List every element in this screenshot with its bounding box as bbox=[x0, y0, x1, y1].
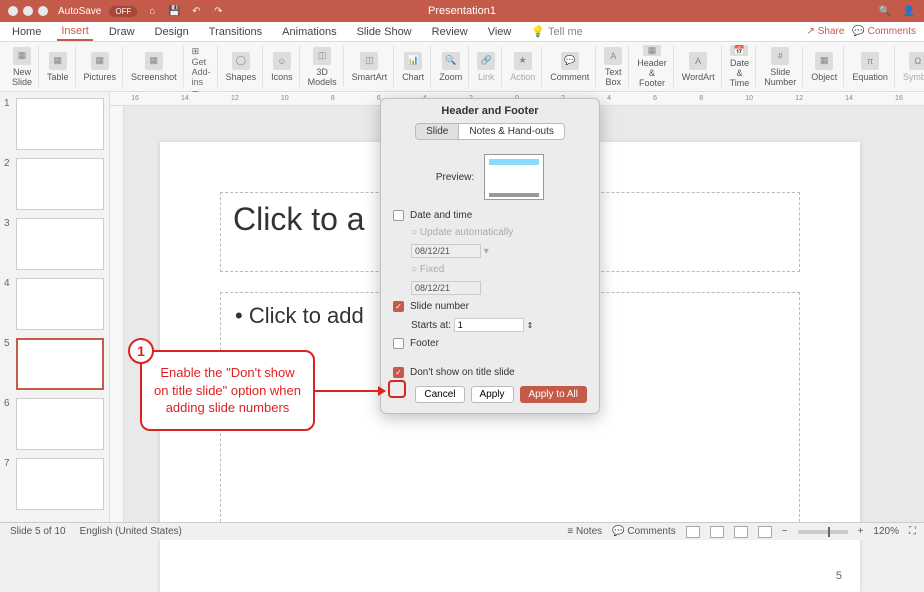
object-button[interactable]: ▦Object bbox=[805, 46, 844, 87]
thumbnail-row[interactable]: 5 bbox=[4, 338, 105, 390]
thumbnail-row[interactable]: 3 bbox=[4, 218, 105, 270]
icons-button[interactable]: ☺Icons bbox=[265, 46, 300, 87]
reading-view-icon[interactable] bbox=[734, 526, 748, 538]
header-footer-dialog: Header and Footer Slide Notes & Hand-out… bbox=[380, 98, 600, 414]
comment-button[interactable]: 💬Comment bbox=[544, 46, 596, 87]
fit-icon[interactable]: ⛶ bbox=[909, 526, 916, 537]
comments-button[interactable]: 💬 Comments bbox=[612, 526, 676, 537]
slide-number-button[interactable]: #Slide Number bbox=[758, 46, 803, 87]
ribbon-insert: ▦New Slide ▦Table ▦Pictures ▦Screenshot … bbox=[0, 42, 924, 92]
3d-models-button[interactable]: ◫3D Models bbox=[302, 46, 344, 87]
apply-button[interactable]: Apply bbox=[471, 386, 514, 403]
datetime-button[interactable]: 📅Date & Time bbox=[724, 46, 757, 87]
zoom-level[interactable]: 120% bbox=[873, 526, 899, 537]
document-title: Presentation1 bbox=[428, 5, 496, 17]
slide-thumbnails: 1 2 3 4 5 6 7 bbox=[0, 92, 110, 522]
starts-at-label: Starts at: bbox=[411, 320, 451, 331]
zoom-button[interactable]: 🔍Zoom bbox=[433, 46, 469, 87]
header-footer-button[interactable]: ▦Header & Footer bbox=[631, 46, 674, 87]
comments-button[interactable]: 💬 Comments bbox=[852, 26, 916, 37]
cancel-button[interactable]: Cancel bbox=[415, 386, 464, 403]
tab-transitions[interactable]: Transitions bbox=[205, 24, 266, 40]
stepper-icon[interactable]: ⇕ bbox=[527, 321, 534, 330]
tutorial-annotation: 1 Enable the "Don't show on title slide"… bbox=[140, 350, 315, 431]
zoom-in[interactable]: + bbox=[858, 526, 864, 537]
link-button: 🔗Link bbox=[471, 46, 502, 87]
save-icon[interactable]: 💾 bbox=[167, 4, 181, 18]
normal-view-icon[interactable] bbox=[686, 526, 700, 538]
share-button[interactable]: ↗ Share bbox=[807, 26, 845, 37]
tab-slideshow[interactable]: Slide Show bbox=[353, 24, 416, 40]
table-button[interactable]: ▦Table bbox=[41, 46, 76, 87]
app-titlebar: AutoSave OFF ⌂ 💾 ↶ ↷ Presentation1 🔍 👤 bbox=[0, 0, 924, 22]
symbol-button: ΩSymbol bbox=[897, 46, 924, 87]
slide-number-checkbox[interactable]: ✓ bbox=[393, 301, 404, 312]
sorter-view-icon[interactable] bbox=[710, 526, 724, 538]
autosave-label: AutoSave bbox=[58, 6, 101, 17]
slide-position: Slide 5 of 10 bbox=[10, 526, 66, 537]
footer-checkbox[interactable] bbox=[393, 338, 404, 349]
action-button: ★Action bbox=[504, 46, 542, 87]
update-auto-radio: Update automatically bbox=[420, 227, 513, 238]
update-date-field bbox=[411, 244, 481, 258]
home-icon[interactable]: ⌂ bbox=[145, 4, 159, 18]
annotation-text: Enable the "Don't show on title slide" o… bbox=[154, 365, 301, 415]
screenshot-button[interactable]: ▦Screenshot bbox=[125, 46, 184, 87]
dialog-title: Header and Footer bbox=[381, 99, 599, 123]
shapes-button[interactable]: ◯Shapes bbox=[220, 46, 264, 87]
language[interactable]: English (United States) bbox=[80, 526, 182, 537]
fixed-radio: Fixed bbox=[420, 264, 444, 275]
tab-slide[interactable]: Slide bbox=[415, 123, 459, 140]
autosave-toggle[interactable]: OFF bbox=[109, 6, 137, 17]
apply-all-button[interactable]: Apply to All bbox=[520, 386, 587, 403]
get-addins-button[interactable]: ⊞ Get Add-ins bbox=[192, 46, 211, 87]
preview-thumbnail bbox=[484, 154, 544, 200]
pictures-button[interactable]: ▦Pictures bbox=[78, 46, 124, 87]
thumbnail-row[interactable]: 1 bbox=[4, 98, 105, 150]
annotation-arrow bbox=[315, 390, 385, 392]
tab-draw[interactable]: Draw bbox=[105, 24, 139, 40]
tab-review[interactable]: Review bbox=[428, 24, 472, 40]
preview-label: Preview: bbox=[436, 172, 474, 183]
date-time-label: Date and time bbox=[410, 210, 472, 221]
slide-number-label: Slide number bbox=[410, 301, 469, 312]
textbox-button[interactable]: AText Box bbox=[598, 46, 629, 87]
zoom-out[interactable]: − bbox=[782, 526, 788, 537]
undo-icon[interactable]: ↶ bbox=[189, 4, 203, 18]
tab-animations[interactable]: Animations bbox=[278, 24, 340, 40]
thumbnail-row[interactable]: 2 bbox=[4, 158, 105, 210]
smartart-button[interactable]: ◫SmartArt bbox=[346, 46, 395, 87]
slideshow-view-icon[interactable] bbox=[758, 526, 772, 538]
redo-icon[interactable]: ↷ bbox=[211, 4, 225, 18]
dont-show-title-checkbox[interactable]: ✓ bbox=[393, 367, 404, 378]
fixed-date-field bbox=[411, 281, 481, 295]
ribbon-tabs: Home Insert Draw Design Transitions Anim… bbox=[0, 22, 924, 42]
vertical-ruler bbox=[110, 106, 124, 522]
tab-insert[interactable]: Insert bbox=[57, 23, 93, 41]
tab-notes-handouts[interactable]: Notes & Hand-outs bbox=[459, 123, 565, 140]
tell-me[interactable]: 💡 Tell me bbox=[527, 23, 586, 40]
thumbnail-row[interactable]: 7 bbox=[4, 458, 105, 510]
notes-button[interactable]: ≡ Notes bbox=[567, 526, 602, 537]
new-slide-button[interactable]: ▦New Slide bbox=[6, 46, 39, 87]
starts-at-input[interactable] bbox=[454, 318, 524, 332]
slide-page-number: 5 bbox=[836, 570, 842, 582]
dont-show-title-label: Don't show on title slide bbox=[410, 367, 515, 378]
annotation-target-highlight bbox=[388, 380, 406, 398]
thumbnail-row[interactable]: 6 bbox=[4, 398, 105, 450]
footer-label: Footer bbox=[410, 338, 439, 349]
user-icon[interactable]: 👤 bbox=[902, 4, 916, 18]
tab-home[interactable]: Home bbox=[8, 24, 45, 40]
tab-design[interactable]: Design bbox=[151, 24, 193, 40]
wordart-button[interactable]: AWordArt bbox=[676, 46, 722, 87]
thumbnail-row[interactable]: 4 bbox=[4, 278, 105, 330]
window-controls[interactable] bbox=[8, 6, 48, 16]
search-icon[interactable]: 🔍 bbox=[878, 4, 892, 18]
annotation-number: 1 bbox=[128, 338, 154, 364]
tab-view[interactable]: View bbox=[484, 24, 516, 40]
equation-button[interactable]: πEquation bbox=[846, 46, 895, 87]
status-bar: Slide 5 of 10 English (United States) ≡ … bbox=[0, 522, 924, 540]
chart-button[interactable]: 📊Chart bbox=[396, 46, 431, 87]
date-time-checkbox[interactable] bbox=[393, 210, 404, 221]
